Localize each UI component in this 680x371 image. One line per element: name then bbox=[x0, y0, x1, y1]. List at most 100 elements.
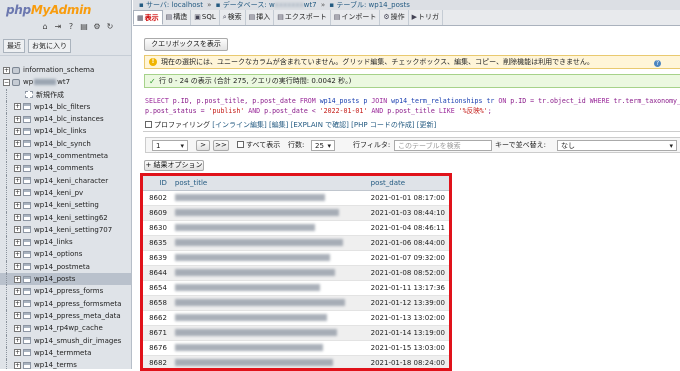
tree-item-table[interactable]: + wp14_links bbox=[0, 236, 131, 249]
profiling-label: プロファイリング bbox=[154, 121, 210, 129]
expand-icon[interactable]: + bbox=[14, 287, 21, 295]
breadcrumb-database[interactable]: wxxxxxxxwt7 bbox=[269, 1, 317, 9]
expand-icon[interactable]: + bbox=[14, 361, 21, 369]
expand-icon[interactable]: + bbox=[14, 201, 21, 209]
tab-3[interactable]: ⌕検索 bbox=[220, 10, 246, 25]
show-all-checkbox[interactable] bbox=[237, 141, 244, 148]
recent-tab[interactable]: 最近 bbox=[3, 39, 25, 53]
tree-item-table[interactable]: + wp14_keni_character bbox=[0, 174, 131, 187]
expand-icon[interactable]: + bbox=[14, 164, 21, 172]
tree-item-table[interactable]: + wp14_blc_links bbox=[0, 125, 131, 138]
database-icon bbox=[12, 78, 20, 86]
home-icon[interactable]: ⌂ bbox=[40, 22, 50, 32]
tree-item-table[interactable]: + wp14_blc_filters bbox=[0, 100, 131, 114]
expand-icon[interactable]: + bbox=[14, 103, 21, 111]
expand-icon[interactable]: + bbox=[14, 115, 21, 123]
rows-select[interactable]: 25 ▾ bbox=[311, 140, 335, 151]
expand-icon[interactable]: + bbox=[14, 349, 21, 357]
tree-item-table[interactable]: + wp14_blc_instances bbox=[0, 113, 131, 126]
tab-7[interactable]: ⚙操作 bbox=[380, 10, 409, 25]
docs-icon[interactable]: ▤ bbox=[79, 22, 89, 32]
tree-item-table[interactable]: + wp14_keni_pv bbox=[0, 186, 131, 200]
tree-item-new[interactable]: 新規作成 bbox=[0, 88, 131, 101]
phpmyadmin-logo[interactable]: phpMyAdmin bbox=[0, 0, 131, 22]
expand-icon[interactable]: + bbox=[14, 177, 21, 185]
expand-icon[interactable]: + bbox=[14, 152, 21, 160]
tree-item-table[interactable]: + wp14_commentmeta bbox=[0, 150, 131, 163]
breadcrumb-server[interactable]: localhost bbox=[172, 1, 203, 9]
tab-0[interactable]: ▦表示 bbox=[133, 10, 163, 25]
tab-2[interactable]: ▣SQL bbox=[191, 10, 220, 25]
tree-item-table[interactable]: + wp14_options bbox=[0, 248, 131, 261]
tab-6[interactable]: ▤インポート bbox=[331, 10, 381, 25]
extra-options-button[interactable]: + 結果オプション bbox=[144, 160, 204, 171]
tab-4[interactable]: ▤挿入 bbox=[246, 10, 275, 25]
tree-item-label: wp14_blc_synch bbox=[34, 139, 91, 148]
nav-icon-bar: ⌂ ⇥ ? ▤ ⚙ ↻ bbox=[40, 22, 115, 32]
last-page-button[interactable]: >> bbox=[213, 140, 229, 151]
tree-item-label: wp14_smush_dir_images bbox=[34, 336, 122, 345]
tree-item-table[interactable]: + wp14_ppress_meta_data bbox=[0, 309, 131, 323]
sql-token: wp14_posts p bbox=[319, 97, 372, 105]
favorites-tab[interactable]: お気に入り bbox=[28, 39, 71, 53]
expand-icon[interactable]: + bbox=[14, 226, 21, 234]
notice-help-icon[interactable]: ? bbox=[654, 60, 661, 67]
highlight-frame bbox=[140, 173, 452, 371]
tree-item-table[interactable]: + wp14_comments bbox=[0, 162, 131, 175]
page-select[interactable]: 1 ▾ bbox=[152, 140, 188, 151]
expand-icon[interactable]: + bbox=[14, 127, 21, 135]
tree-item-table[interactable]: + wp14_ppress_formsmeta bbox=[0, 297, 131, 310]
profiling-checkbox[interactable] bbox=[145, 121, 152, 128]
expand-icon[interactable]: + bbox=[14, 263, 21, 271]
row-filter-input[interactable]: このテーブルを検索 bbox=[394, 140, 492, 151]
tree-guide-line bbox=[6, 162, 7, 175]
refresh-link[interactable]: [更新] bbox=[417, 121, 436, 129]
tree-item-table[interactable]: + wp14_keni_setting62 bbox=[0, 211, 131, 224]
tree-item-label: 新規作成 bbox=[36, 90, 64, 99]
edit-link[interactable]: [編集] bbox=[269, 121, 288, 129]
tree-item-database[interactable]: + information_schema bbox=[0, 64, 131, 76]
expand-icon[interactable]: + bbox=[14, 324, 21, 332]
tree-item-table[interactable]: + wp14_ppress_forms bbox=[0, 285, 131, 298]
tree-item-table[interactable]: + wp14_keni_setting707 bbox=[0, 223, 131, 237]
tree-item-database[interactable]: − wp wt7 bbox=[0, 76, 131, 88]
expand-icon[interactable]: + bbox=[14, 300, 21, 308]
help-icon[interactable]: ? bbox=[66, 22, 76, 32]
inline-edit-link[interactable]: [インライン編集] bbox=[212, 121, 266, 129]
tree-item-table[interactable]: + wp14_termmeta bbox=[0, 346, 131, 360]
tree-item-table[interactable]: + wp14_blc_synch bbox=[0, 137, 131, 151]
show-all-control[interactable]: すべて表示 bbox=[237, 140, 280, 151]
expand-icon[interactable]: + bbox=[14, 140, 21, 148]
expand-icon[interactable]: + bbox=[14, 275, 21, 283]
expand-icon[interactable]: + bbox=[14, 189, 21, 197]
reload-icon[interactable]: ↻ bbox=[105, 22, 115, 32]
expand-icon[interactable]: + bbox=[14, 214, 21, 222]
tree-item-table[interactable]: + wp14_smush_dir_images bbox=[0, 334, 131, 347]
tree-item-table[interactable]: + wp14_postmeta bbox=[0, 260, 131, 274]
expand-icon[interactable]: + bbox=[14, 312, 21, 320]
tree-item-table[interactable]: + wp14_keni_setting bbox=[0, 199, 131, 212]
tree-item-table[interactable]: + wp14_terms bbox=[0, 359, 131, 369]
tab-5[interactable]: ▤エクスポート bbox=[274, 10, 331, 25]
expand-icon[interactable]: + bbox=[14, 238, 21, 246]
sort-select[interactable]: なし ▾ bbox=[557, 140, 677, 151]
tab-label: トリガ bbox=[418, 13, 439, 21]
expand-icon[interactable]: + bbox=[14, 250, 21, 258]
tab-1[interactable]: ▤構造 bbox=[163, 10, 192, 25]
tree-item-table[interactable]: + wp14_posts bbox=[0, 273, 131, 286]
next-page-button[interactable]: > bbox=[196, 140, 210, 151]
expand-icon[interactable]: + bbox=[3, 66, 10, 74]
table-icon bbox=[23, 103, 31, 111]
expand-icon[interactable]: + bbox=[14, 337, 21, 345]
php-code-link[interactable]: [PHP コードの作成] bbox=[351, 121, 414, 129]
collapse-icon[interactable]: − bbox=[3, 78, 10, 86]
table-icon: ▪ bbox=[329, 1, 335, 9]
explain-link[interactable]: [EXPLAIN で確認] bbox=[291, 121, 349, 129]
pagination-bar: 1 ▾ > >> すべて表示 行数: 25 ▾ 行フィルタ: このテーブルを検索 … bbox=[145, 137, 680, 153]
settings-icon[interactable]: ⚙ bbox=[92, 22, 102, 32]
tab-8[interactable]: ▶トリガ bbox=[409, 10, 443, 25]
show-query-box-button[interactable]: クエリボックスを表示 bbox=[144, 38, 228, 51]
exit-icon[interactable]: ⇥ bbox=[53, 22, 63, 32]
breadcrumb-table[interactable]: wp14_posts bbox=[369, 1, 410, 9]
tree-item-table[interactable]: + wp14_rp4wp_cache bbox=[0, 322, 131, 335]
